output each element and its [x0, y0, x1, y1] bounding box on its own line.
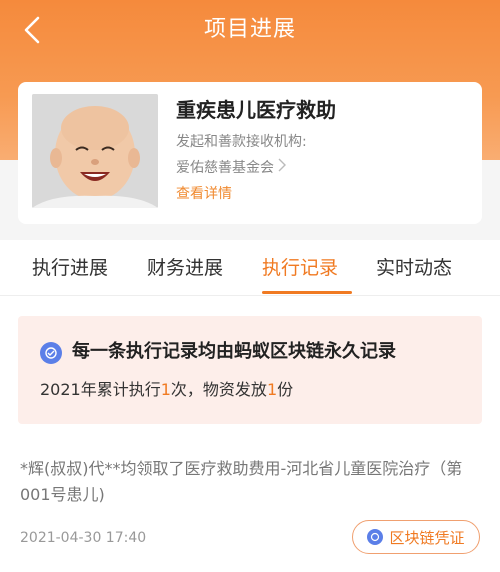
- tab-finance-progress[interactable]: 财务进展: [147, 254, 223, 282]
- records-panel: 每一条执行记录均由蚂蚁区块链永久记录 2021年累计执行1次，物资发放1份 *辉…: [0, 296, 500, 572]
- nav-bar: 项目进展: [0, 0, 500, 60]
- tab-execution-progress[interactable]: 执行进展: [32, 254, 108, 282]
- tab-execution-records[interactable]: 执行记录: [262, 254, 338, 282]
- blockchain-certificate-button[interactable]: 区块链凭证: [352, 520, 480, 554]
- child-photo-icon: [32, 94, 158, 208]
- project-org-link[interactable]: 爱佑慈善基金会: [176, 158, 286, 178]
- active-tab-indicator: [262, 291, 352, 294]
- project-title: 重疾患儿医疗救助: [176, 98, 336, 122]
- notice-summary-mid: 次，物资发放: [170, 380, 267, 399]
- notice-summary: 2021年累计执行1次，物资发放1份: [40, 378, 293, 402]
- tab-bar: 执行进展 财务进展 执行记录 实时动态: [0, 240, 500, 296]
- project-org-label: 爱佑慈善基金会: [176, 160, 274, 176]
- blockchain-icon: [367, 529, 384, 545]
- blockchain-icon: [40, 342, 62, 364]
- blockchain-certificate-label: 区块链凭证: [389, 528, 465, 547]
- project-avatar: [32, 94, 158, 208]
- record-description: *辉(叔叔)代**均领取了医疗救助费用-河北省儿童医院治疗（第001号患儿): [20, 459, 463, 504]
- exec-count: 1: [160, 380, 171, 399]
- blockchain-notice: 每一条执行记录均由蚂蚁区块链永久记录 2021年累计执行1次，物资发放1份: [18, 316, 482, 424]
- chevron-right-icon: [278, 158, 286, 178]
- tab-live-updates[interactable]: 实时动态: [376, 254, 452, 282]
- view-details-link[interactable]: 查看详情: [176, 184, 232, 204]
- project-card: 重疾患儿医疗救助 发起和善款接收机构: 爱佑慈善基金会 查看详情: [18, 82, 482, 224]
- project-subtitle: 发起和善款接收机构:: [176, 134, 307, 150]
- supply-count: 1: [266, 380, 278, 399]
- page-title: 项目进展: [203, 17, 296, 42]
- notice-summary-suffix: 份: [277, 380, 294, 399]
- notice-summary-prefix: 2021年累计执行: [40, 380, 161, 399]
- record-timestamp: 2021-04-30 17:40: [20, 530, 147, 546]
- notice-title: 每一条执行记录均由蚂蚁区块链永久记录: [72, 341, 396, 362]
